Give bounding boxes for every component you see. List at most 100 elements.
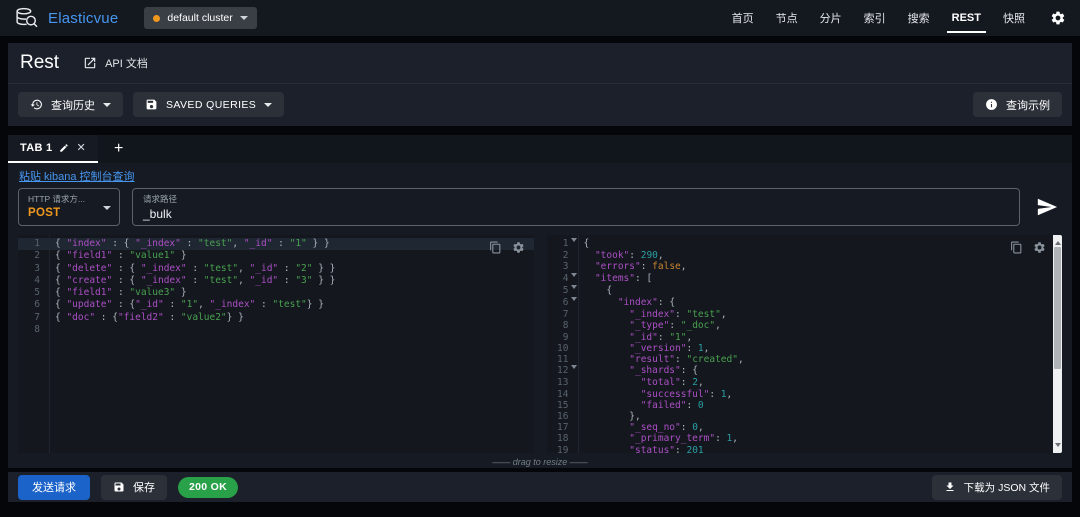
new-tab-button[interactable]: + (98, 135, 140, 163)
cluster-status-dot (153, 15, 160, 22)
nav-item-indices[interactable]: 索引 (853, 0, 897, 36)
bottom-action-bar: 发送请求 保存 200 OK 下载为 JSON 文件 (8, 472, 1072, 502)
elasticvue-logo-icon[interactable] (14, 6, 39, 31)
history-icon (30, 98, 43, 111)
select-caret-icon (103, 206, 111, 210)
nav-item-nodes[interactable]: 节点 (765, 0, 809, 36)
code-line: 13 "total": 2, (547, 377, 1063, 388)
code-line: 3 "errors": false, (547, 261, 1063, 272)
send-request-button[interactable]: 发送请求 (18, 475, 90, 500)
fold-arrow-icon[interactable] (569, 297, 579, 309)
code-line: 19 "status": 201 (547, 445, 1063, 453)
code-line: 2{ "field1" : "value1" } (18, 250, 534, 262)
nav-item-snapshots[interactable]: 快照 (992, 0, 1036, 36)
saved-queries-button[interactable]: SAVED QUERIES (133, 92, 284, 117)
scrollbar[interactable] (1053, 235, 1062, 453)
title-row: Rest API 文档 (8, 43, 1072, 84)
nav-items: 首页 节点 分片 索引 搜索 REST 快照 (721, 0, 1036, 36)
code-line: 1{ "index" : { "_index" : "test", "_id" … (18, 238, 534, 250)
save-label: 保存 (133, 479, 155, 495)
status-badge: 200 OK (178, 477, 238, 498)
query-examples-button[interactable]: 查询示例 (973, 92, 1062, 117)
navbar: Elasticvue default cluster 首页 节点 分片 索引 搜… (0, 0, 1080, 36)
request-editor-code[interactable]: 1{ "index" : { "_index" : "test", "_id" … (18, 235, 534, 336)
editor-settings-gear-icon[interactable] (512, 241, 525, 254)
code-line: 4 "items": [ (547, 273, 1063, 285)
code-line: 12 "_shards": { (547, 365, 1063, 377)
chevron-down-icon (103, 103, 111, 107)
code-line: 17 "_seq_no": 0, (547, 422, 1063, 433)
copy-icon[interactable] (489, 241, 502, 254)
drag-resize-handle[interactable]: —— drag to resize —— (8, 457, 1072, 467)
kibana-paste-link[interactable]: 粘贴 kibana 控制台查询 (19, 168, 135, 184)
query-examples-label: 查询示例 (1006, 97, 1050, 113)
info-icon (985, 98, 998, 111)
code-line: 11 "result": "created", (547, 354, 1063, 365)
code-line: 8 (18, 324, 534, 336)
settings-gear-icon[interactable] (1050, 10, 1066, 26)
code-line: 8 "_type": "_doc", (547, 320, 1063, 331)
fold-arrow-icon[interactable] (569, 273, 579, 285)
scrollbar-thumb[interactable] (1054, 247, 1061, 369)
request-path-label: 请求路径 (143, 193, 1009, 205)
http-method-value: POST (28, 207, 110, 219)
brand-title[interactable]: Elasticvue (48, 10, 118, 27)
code-line: 5 { (547, 285, 1063, 297)
code-line: 5{ "field1" : "value3" } (18, 287, 534, 299)
chevron-down-icon (264, 103, 272, 107)
fold-arrow-icon[interactable] (569, 365, 579, 377)
copy-icon[interactable] (1010, 241, 1023, 254)
nav-item-shards[interactable]: 分片 (809, 0, 853, 36)
save-button[interactable]: 保存 (101, 475, 167, 500)
save-icon (113, 481, 125, 493)
query-history-button[interactable]: 查询历史 (18, 92, 123, 117)
tab-1-label: TAB 1 (20, 142, 52, 154)
editors-row: 1{ "index" : { "_index" : "test", "_id" … (18, 235, 1062, 453)
fold-arrow-icon[interactable] (569, 238, 579, 250)
code-line: 7{ "doc" : {"field2" : "value2"} } (18, 312, 534, 324)
code-line: 6 "index": { (547, 297, 1063, 309)
request-path-value: _bulk (143, 207, 1009, 221)
send-icon (1036, 196, 1058, 218)
nav-item-home[interactable]: 首页 (721, 0, 765, 36)
rest-query-card: TAB 1 ✕ + 粘贴 kibana 控制台查询 HTTP 请求方... PO… (8, 135, 1072, 468)
download-label: 下载为 JSON 文件 (964, 480, 1050, 495)
send-request-icon-button[interactable] (1032, 188, 1062, 226)
cluster-select[interactable]: default cluster (144, 7, 256, 29)
query-history-label: 查询历史 (51, 97, 95, 113)
request-body-editor[interactable]: 1{ "index" : { "_index" : "test", "_id" … (18, 235, 534, 453)
request-row: HTTP 请求方... POST 请求路径 _bulk (18, 187, 1062, 227)
request-path-input[interactable]: 请求路径 _bulk (132, 188, 1020, 226)
download-icon (944, 481, 956, 493)
code-line: 14 "successful": 1, (547, 389, 1063, 400)
code-line: 10 "_version": 1, (547, 343, 1063, 354)
elasticvue-app: Elasticvue default cluster 首页 节点 分片 索引 搜… (0, 0, 1080, 517)
close-icon[interactable]: ✕ (76, 143, 85, 154)
tab-bar: TAB 1 ✕ + (8, 135, 1072, 163)
header-panel: Rest API 文档 查询历史 SAVED QUERIES (8, 43, 1072, 126)
nav-item-rest[interactable]: REST (941, 0, 992, 36)
query-toolbar: 查询历史 SAVED QUERIES 查询示例 (8, 84, 1072, 125)
http-method-select[interactable]: HTTP 请求方... POST (18, 188, 120, 226)
nav-item-search[interactable]: 搜索 (897, 0, 941, 36)
fold-arrow-icon[interactable] (569, 285, 579, 297)
api-docs-label: API 文档 (105, 55, 148, 71)
response-editor[interactable]: 1{2 "took": 290,3 "errors": false,4 "ite… (547, 235, 1063, 453)
code-line: 4{ "create" : { "_index" : "test", "_id"… (18, 275, 534, 287)
external-link-icon (83, 56, 97, 70)
code-line: 6{ "update" : {"_id" : "1", "_index" : "… (18, 299, 534, 311)
api-docs-link[interactable]: API 文档 (83, 55, 148, 71)
http-method-label: HTTP 请求方... (28, 193, 110, 205)
page-title: Rest (20, 52, 59, 74)
chevron-down-icon (240, 16, 248, 20)
download-json-button[interactable]: 下载为 JSON 文件 (932, 475, 1062, 500)
code-line: 15 "failed": 0 (547, 400, 1063, 411)
code-line: 16 }, (547, 411, 1063, 422)
editor-settings-gear-icon[interactable] (1033, 241, 1046, 254)
pencil-icon[interactable] (59, 143, 69, 153)
saved-queries-label: SAVED QUERIES (166, 99, 256, 111)
tab-1[interactable]: TAB 1 ✕ (8, 135, 98, 163)
code-line: 2 "took": 290, (547, 250, 1063, 261)
code-line: 9 "_id": "1", (547, 332, 1063, 343)
response-editor-code[interactable]: 1{2 "took": 290,3 "errors": false,4 "ite… (547, 235, 1063, 453)
